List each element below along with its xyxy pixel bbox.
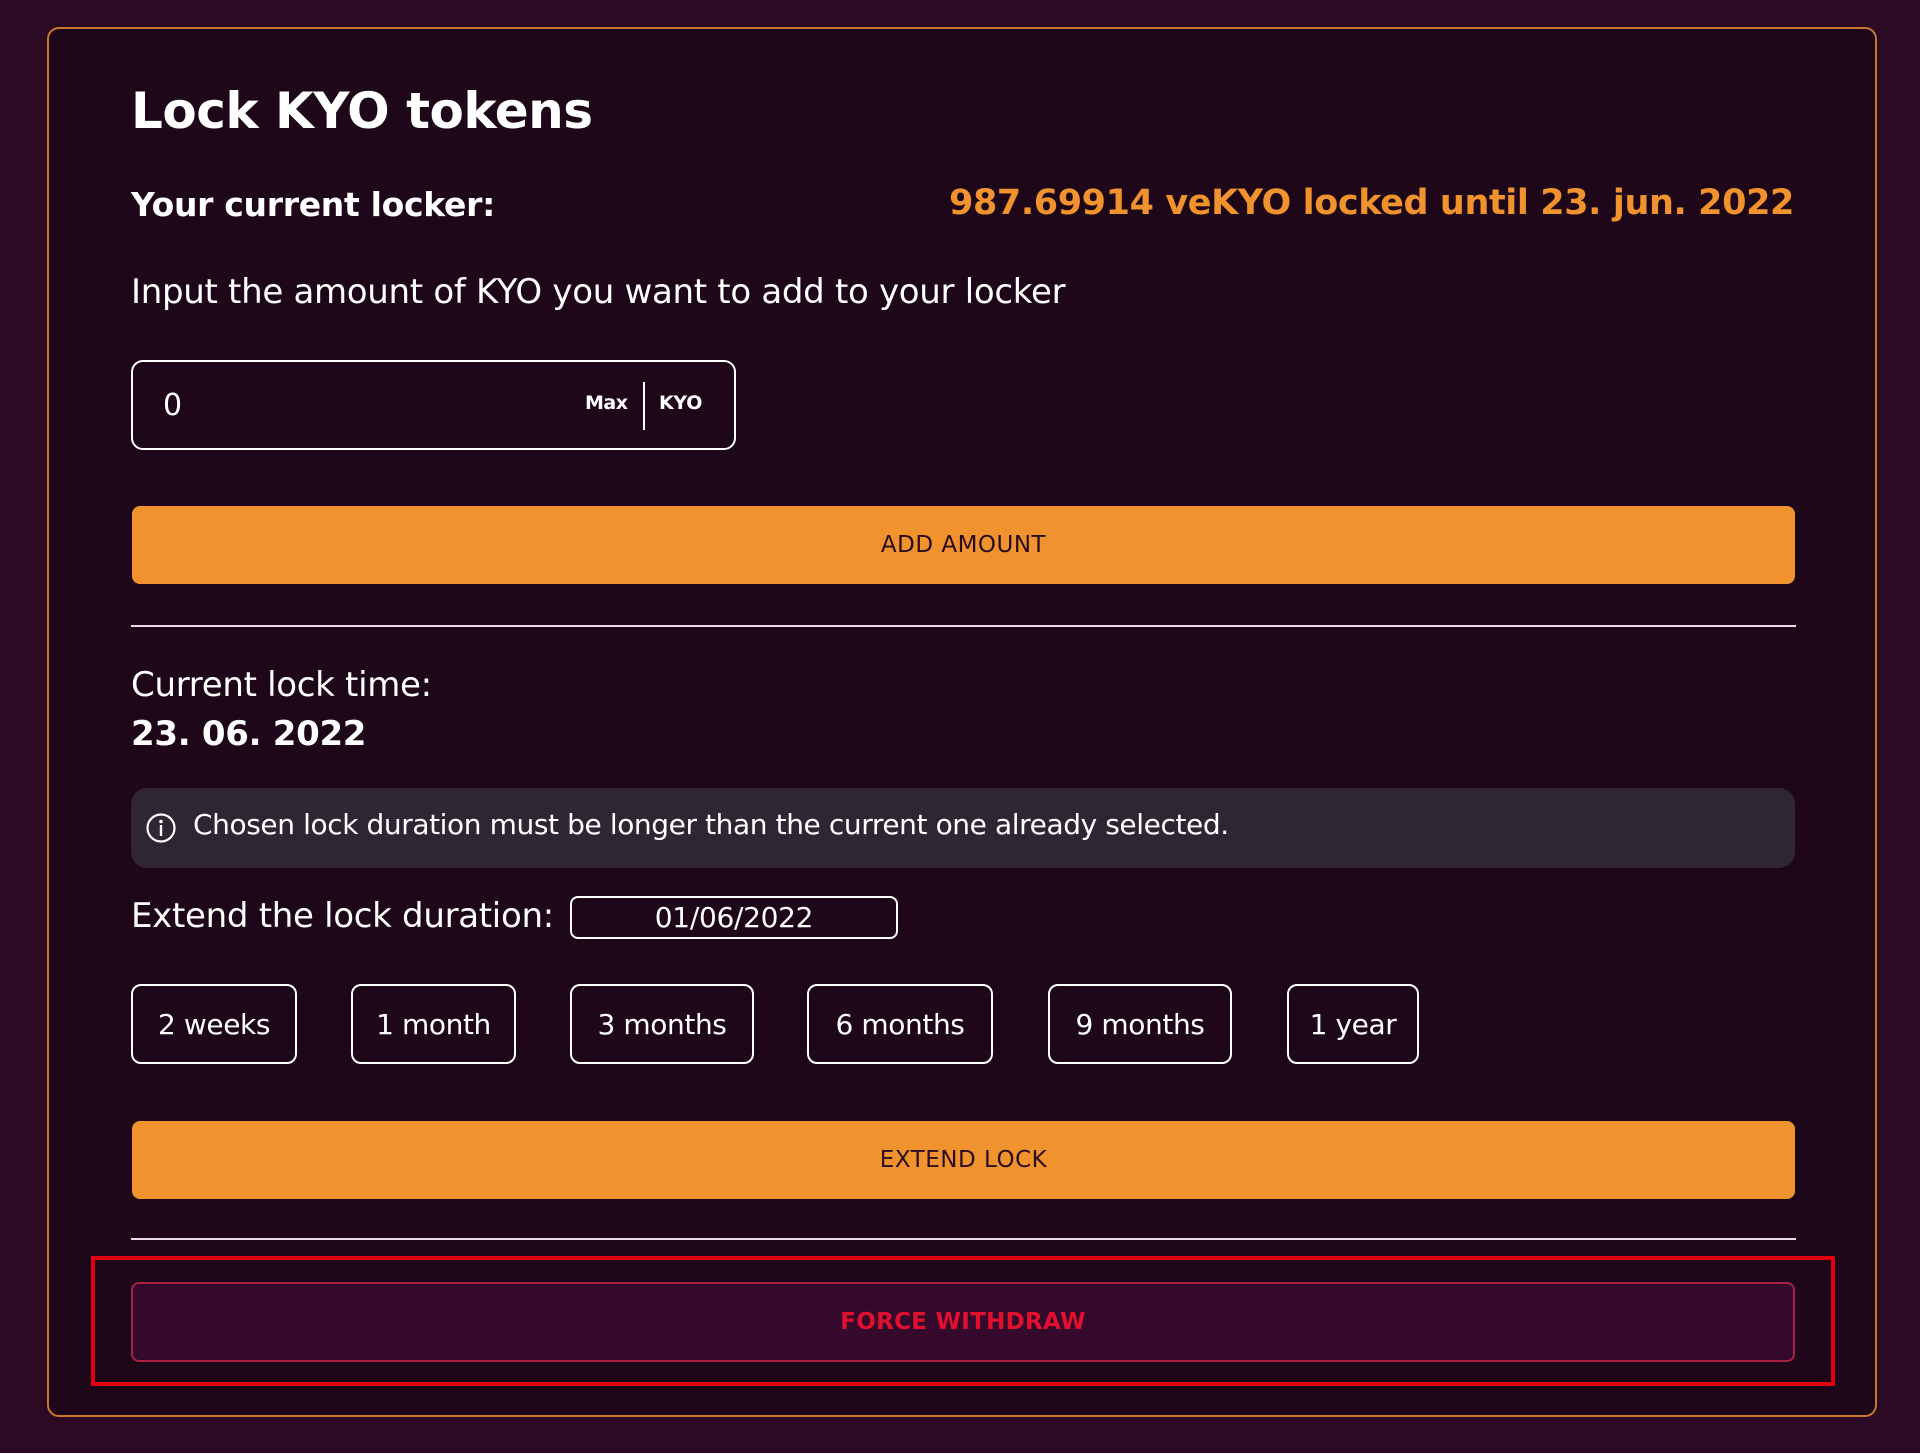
duration-6-months-button[interactable]: 6 months xyxy=(807,984,993,1064)
max-button[interactable]: Max xyxy=(585,392,628,414)
current-locker-label: Your current locker: xyxy=(131,185,495,224)
amount-field: Max KYO xyxy=(131,360,736,450)
amount-input[interactable] xyxy=(163,380,543,430)
field-separator xyxy=(643,382,645,430)
current-locker-value: 987.69914 veKYO locked until 23. jun. 20… xyxy=(949,183,1794,223)
force-withdraw-button[interactable]: FORCE WITHDRAW xyxy=(131,1282,1795,1362)
current-lock-time-label: Current lock time: xyxy=(131,665,432,705)
info-banner: Chosen lock duration must be longer than… xyxy=(131,788,1795,868)
duration-3-months-button[interactable]: 3 months xyxy=(570,984,754,1064)
extend-lock-button[interactable]: EXTEND LOCK xyxy=(132,1121,1795,1199)
current-lock-time-value: 23. 06. 2022 xyxy=(131,714,367,754)
token-unit-label: KYO xyxy=(659,392,703,414)
duration-9-months-button[interactable]: 9 months xyxy=(1048,984,1232,1064)
panel-title: Lock KYO tokens xyxy=(131,82,593,140)
amount-input-label: Input the amount of KYO you want to add … xyxy=(131,272,1066,312)
duration-1-year-button[interactable]: 1 year xyxy=(1287,984,1419,1064)
section-divider xyxy=(131,1238,1796,1240)
extend-date-input[interactable]: 01/06/2022 xyxy=(570,896,898,939)
duration-2-weeks-button[interactable]: 2 weeks xyxy=(131,984,297,1064)
extend-duration-label: Extend the lock duration: xyxy=(131,896,554,936)
duration-1-month-button[interactable]: 1 month xyxy=(351,984,516,1064)
info-text: Chosen lock duration must be longer than… xyxy=(193,808,1229,841)
section-divider xyxy=(131,625,1796,627)
add-amount-button[interactable]: ADD AMOUNT xyxy=(132,506,1795,584)
info-circle-icon xyxy=(145,812,177,844)
